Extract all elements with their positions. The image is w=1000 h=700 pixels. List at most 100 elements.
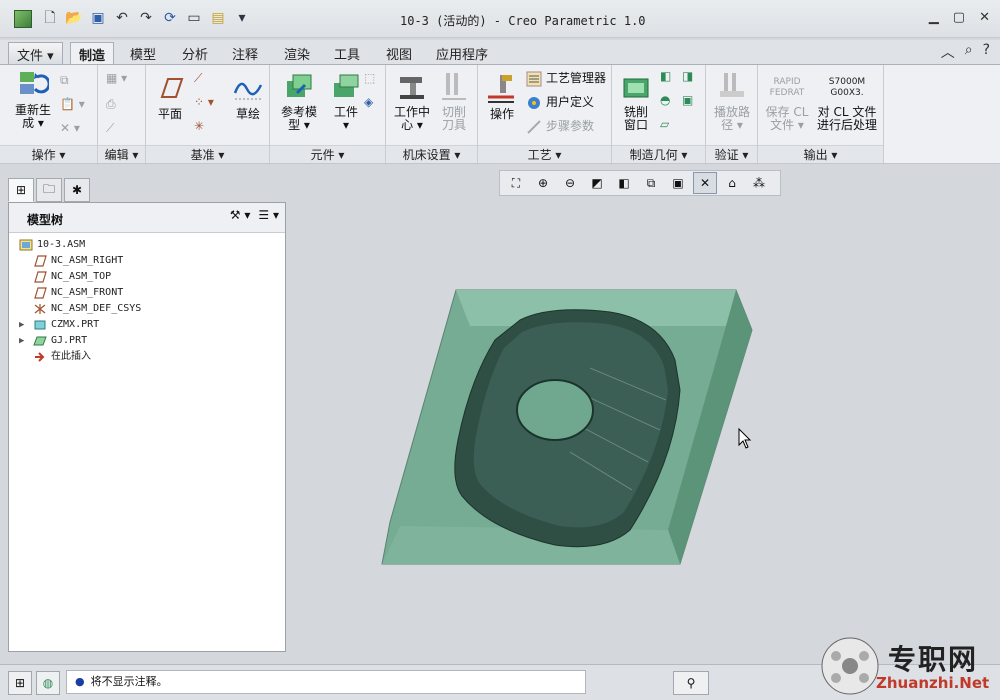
mill-window-button[interactable]: 铣削 窗口 — [616, 71, 656, 132]
point-icon[interactable]: ⁘ ▾ — [194, 95, 214, 109]
paste-icon[interactable]: 📋 ▾ — [60, 97, 85, 111]
tab-model[interactable]: 模型 — [122, 42, 164, 64]
close-icon[interactable]: ✕ — [979, 10, 990, 25]
windows-icon[interactable]: ▭ — [184, 8, 204, 28]
tree-item[interactable]: NC_ASM_TOP — [9, 269, 285, 285]
tab-view[interactable]: 视图 — [378, 42, 420, 64]
create-component-icon[interactable]: ◈ — [364, 95, 373, 109]
spin-center-icon[interactable]: ⁂ — [747, 172, 771, 194]
maximize-icon[interactable]: ▢ — [953, 10, 965, 25]
turn-profile-icon[interactable]: ◨ — [682, 69, 693, 83]
repaint-icon[interactable]: ◩ — [585, 172, 609, 194]
zoom-in-icon[interactable]: ⊕ — [531, 172, 555, 194]
edit-tool-icon[interactable]: ▦ ▾ — [106, 71, 127, 85]
expand-arrow-icon[interactable]: ▶ — [19, 333, 24, 349]
find-icon[interactable]: ⚲ — [673, 671, 709, 695]
assemble-icon[interactable]: ⬚ — [364, 71, 375, 85]
work-center-button[interactable]: 工作中 心 ▾ — [390, 71, 434, 132]
close-window-icon[interactable]: ▤ — [208, 8, 228, 28]
tab-annotate[interactable]: 注释 — [224, 42, 266, 64]
favorites-tab-icon[interactable]: ✱ — [64, 178, 90, 202]
datum-display-icon[interactable]: ✕ — [693, 172, 717, 194]
datum-group-label[interactable]: 基准 ▾ — [146, 145, 269, 163]
stock-boundary-icon[interactable]: ▣ — [682, 93, 693, 107]
components-group-label[interactable]: 元件 ▾ — [270, 145, 385, 163]
sketch-button[interactable]: 草绘 — [228, 73, 268, 121]
step-parameters-item[interactable]: 步骤参数 — [526, 117, 594, 135]
tree-item-label: 在此插入 — [51, 351, 91, 362]
operations-group-label[interactable]: 操作 ▾ — [0, 145, 97, 163]
tab-tools[interactable]: 工具 — [326, 42, 368, 64]
tab-analysis[interactable]: 分析 — [174, 42, 216, 64]
machine-setup-group-label[interactable]: 机床设置 ▾ — [386, 145, 477, 163]
process-group-label[interactable]: 工艺 ▾ — [478, 145, 611, 163]
customize-qat-icon[interactable]: ▾ — [232, 8, 252, 28]
axis-icon[interactable]: ⟋ — [194, 71, 202, 86]
view-manager-icon[interactable]: ▣ — [666, 172, 690, 194]
output-group-label[interactable]: 输出 ▾ — [758, 145, 883, 163]
group-machine-setup: 工作中 心 ▾ 切削 刀具 机床设置 ▾ — [386, 65, 478, 165]
help-icon[interactable]: ? — [983, 42, 990, 62]
post-process-button[interactable]: S7000M G00X3. 对 CL 文件 进行后处理 — [814, 71, 880, 132]
csys-icon[interactable]: ✳ — [194, 119, 204, 133]
tree-item[interactable]: NC_ASM_RIGHT — [9, 253, 285, 269]
saved-orientations-icon[interactable]: ⧉ — [639, 172, 663, 194]
regenerate-icon[interactable]: ⟳ — [160, 8, 180, 28]
drill-group-icon[interactable]: ▱ — [660, 117, 669, 131]
model-tree-tab-icon[interactable]: ⊞ — [8, 178, 34, 202]
undo-icon[interactable]: ↶ — [112, 8, 132, 28]
cutting-tools-button[interactable]: 切削 刀具 — [434, 71, 474, 132]
annotation-display-icon[interactable]: ⌂ — [720, 172, 744, 194]
workpiece-button[interactable]: 工件 ▾ — [326, 71, 366, 132]
tree-item[interactable]: 10-3.ASM — [9, 237, 285, 253]
mfg-geometry-group-label[interactable]: 制造几何 ▾ — [612, 145, 705, 163]
search-icon[interactable]: ⌕ — [965, 42, 973, 62]
tree-item[interactable]: ▶ CZMX.PRT — [9, 317, 285, 333]
process-manager-item[interactable]: 工艺管理器 — [526, 69, 606, 87]
edit-group-label[interactable]: 编辑 ▾ — [98, 145, 145, 163]
mill-volume-icon[interactable]: ◧ — [660, 69, 671, 83]
tab-manufacturing[interactable]: 制造 — [70, 42, 115, 64]
center-hole[interactable] — [516, 379, 594, 441]
edit-mirror-icon[interactable]: ⟋ — [106, 121, 114, 136]
open-icon[interactable]: 📂 — [64, 8, 84, 28]
tab-file[interactable]: 文件 ▾ — [8, 42, 63, 64]
validate-group-label[interactable]: 验证 ▾ — [706, 145, 757, 163]
tree-item[interactable]: 在此插入 — [9, 349, 285, 365]
reference-model-button[interactable]: 参考模 型 ▾ — [274, 71, 324, 132]
edit-pattern-icon[interactable]: ⎙ — [106, 97, 116, 112]
show-browser-icon[interactable]: ◍ — [36, 671, 60, 695]
mouse-cursor-icon — [738, 428, 752, 449]
tree-settings-icon[interactable]: ⚒ ▾ — [230, 208, 251, 222]
save-cl-button[interactable]: RAPID FEDRAT 保存 CL 文件 ▾ — [760, 71, 814, 132]
delete-icon[interactable]: ✕ ▾ — [60, 121, 80, 135]
new-icon[interactable]: 🗋 — [40, 8, 60, 28]
tab-applications[interactable]: 应用程序 — [428, 42, 496, 64]
expand-arrow-icon[interactable]: ▶ — [19, 317, 24, 333]
ribbon-tabs: 文件 ▾ 制造 模型 分析 注释 渲染 工具 视图 应用程序 — [0, 40, 1000, 64]
plane-button[interactable]: 平面 — [150, 73, 190, 121]
save-icon[interactable]: ▣ — [88, 8, 108, 28]
play-path-button[interactable]: 播放路 径 ▾ — [710, 71, 754, 132]
tree-item[interactable]: NC_ASM_DEF_CSYS — [9, 301, 285, 317]
redo-icon[interactable]: ↷ — [136, 8, 156, 28]
group-datum: 平面 ⟋ ⁘ ▾ ✳ 草绘 基准 ▾ — [146, 65, 270, 165]
refit-icon[interactable]: ⛶ — [504, 172, 528, 194]
show-navigator-icon[interactable]: ⊞ — [8, 671, 32, 695]
mill-surface-icon[interactable]: ◓ — [660, 93, 670, 107]
creo-app-icon[interactable] — [14, 10, 32, 28]
graphics-viewport[interactable] — [290, 200, 1000, 660]
display-style-icon[interactable]: ◧ — [612, 172, 636, 194]
folder-browser-tab-icon[interactable]: 🗀 — [36, 178, 62, 202]
user-defined-item[interactable]: 用户定义 — [526, 93, 594, 111]
collapse-ribbon-icon[interactable]: ︿ — [941, 42, 955, 62]
tree-item[interactable]: NC_ASM_FRONT — [9, 285, 285, 301]
copy-icon[interactable]: ⧉ — [60, 73, 69, 88]
minimize-icon[interactable]: ▁ — [929, 10, 939, 25]
operation-button[interactable]: 操作 — [482, 73, 522, 121]
tab-render[interactable]: 渲染 — [276, 42, 318, 64]
tree-columns-icon[interactable]: ☰ ▾ — [258, 208, 279, 222]
zoom-out-icon[interactable]: ⊖ — [558, 172, 582, 194]
tree-item[interactable]: ▶ GJ.PRT — [9, 333, 285, 349]
regenerate-button[interactable]: 重新生 成 ▾ — [8, 69, 58, 130]
